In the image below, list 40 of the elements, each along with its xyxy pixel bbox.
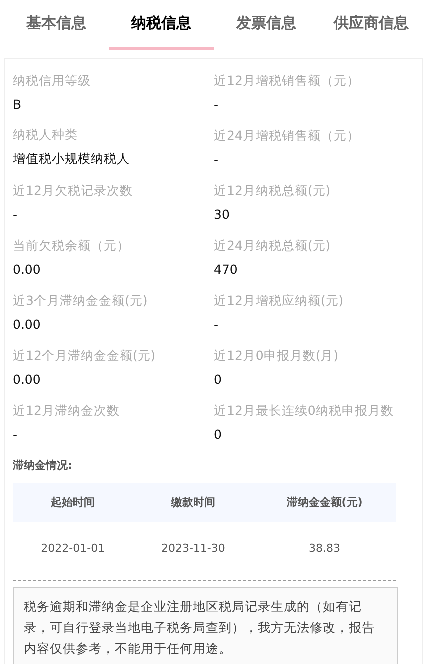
tab[interactable]: 供应商信息	[319, 0, 424, 50]
section-title: 滞纳金情况:	[13, 458, 74, 473]
field-label: 近12月欠税记录次数	[13, 183, 134, 200]
disclaimer-note: 税务逾期和滞纳金是企业注册地区税局记录生成的（如有记录，可自行登录当地电子税务局查到），我方无法修改，报告内容仅供参考，不能用于任何用途。	[13, 587, 398, 664]
field-label: 近12个月滞纳金金额(元)	[13, 348, 157, 365]
field-label: 纳税人种类	[13, 127, 79, 144]
tab[interactable]: 发票信息	[214, 0, 319, 50]
tab[interactable]: 纳税信息	[109, 0, 214, 50]
field-label: 近12月滞纳金次数	[13, 403, 121, 420]
field-value: -	[13, 427, 19, 442]
field-value: 470	[214, 262, 239, 277]
field-value: 0.00	[13, 262, 42, 277]
field-value: -	[214, 317, 220, 332]
field-label: 纳税信用等级	[13, 73, 92, 90]
field-label: 当前欠税余额（元）	[13, 238, 131, 255]
field-value: 0.00	[13, 372, 42, 387]
field-value: B	[13, 97, 23, 112]
field-value: 0	[214, 372, 223, 387]
field-label: 近12月最长连续0纳税申报月数	[214, 403, 395, 420]
field-value: 0	[214, 427, 223, 442]
field-label: 近12月增税销售额（元）	[214, 73, 361, 90]
field-label: 近24月增税销售额（元）	[214, 128, 361, 145]
tab[interactable]: 基本信息	[4, 0, 109, 50]
field-value: -	[214, 152, 220, 167]
table-cell: 2023-11-30	[133, 522, 254, 574]
column-header: 滞纳金金额(元)	[254, 483, 396, 522]
table-cell: 38.83	[254, 522, 396, 574]
field-value: -	[214, 97, 220, 112]
field-label: 近3个月滞纳金金额(元)	[13, 293, 149, 310]
field-value: 增值税小规模纳税人	[13, 151, 131, 168]
column-header: 缴款时间	[133, 483, 254, 522]
column-header: 起始时间	[13, 483, 134, 522]
field-value: 30	[214, 207, 231, 222]
field-label: 近12月纳税总额(元)	[214, 183, 332, 200]
field-label: 近12月增税应纳额(元)	[214, 293, 345, 310]
field-value: -	[13, 207, 19, 222]
field-label: 近24月纳税总额(元)	[214, 238, 332, 255]
table-cell: 2022-01-01	[13, 522, 134, 574]
field-label: 近12月0申报月数(月)	[214, 348, 340, 365]
field-value: 0.00	[13, 317, 42, 332]
